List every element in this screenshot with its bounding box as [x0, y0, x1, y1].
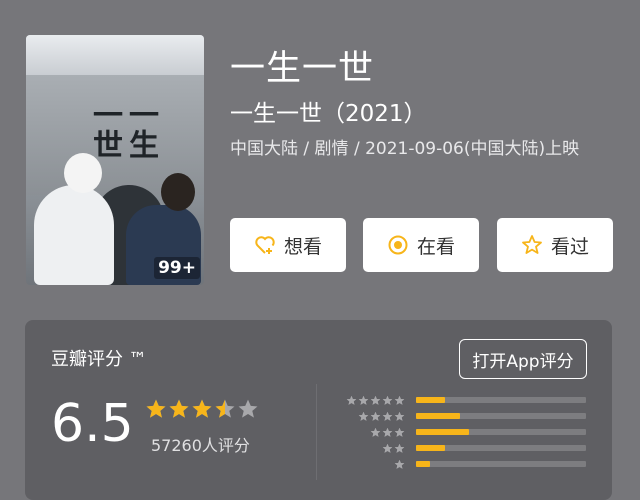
small-star-icon [358, 411, 369, 421]
distribution-bar-track [416, 429, 586, 435]
poster-badge: 99+ [154, 257, 200, 279]
small-star-icon [394, 459, 405, 469]
small-star-icon [346, 395, 357, 405]
poster-figure-boy-head [161, 173, 195, 211]
small-star-icon [394, 395, 405, 405]
small-star-icon [382, 443, 393, 453]
distribution-row-3 [343, 424, 593, 440]
watching-button[interactable]: 在看 [363, 218, 479, 272]
distribution-row-1 [343, 456, 593, 472]
small-star-icon [370, 427, 381, 437]
rating-star-icon [169, 399, 189, 418]
distribution-stars [346, 395, 405, 406]
rating-star-icon [238, 399, 258, 418]
small-star-icon [394, 411, 405, 421]
rating-star-icon [146, 399, 166, 418]
distribution-row-2 [343, 440, 593, 456]
circle-dot-icon [387, 234, 409, 256]
movie-meta: 中国大陆 / 剧情 / 2021-09-06(中国大陆)上映 [230, 139, 580, 159]
distribution-row-4 [343, 408, 593, 424]
rating-panel: 豆瓣评分 ™ 打开App评分 6.5 57260人评分 [25, 320, 612, 500]
want-to-watch-button[interactable]: 想看 [230, 218, 346, 272]
watched-label: 看过 [550, 235, 589, 258]
distribution-bar-track [416, 413, 586, 419]
distribution-row-5 [343, 392, 593, 408]
distribution-bar-fill [416, 413, 461, 419]
want-to-watch-label: 想看 [283, 235, 322, 258]
rating-distribution [343, 392, 593, 472]
movie-poster[interactable]: 一生一世 99+ [26, 35, 204, 285]
small-star-icon [382, 411, 393, 421]
distribution-bar-fill [416, 397, 445, 403]
small-star-icon [394, 427, 405, 437]
small-star-icon [394, 443, 405, 453]
heart-plus-icon [254, 234, 276, 256]
distribution-bar-fill [416, 429, 469, 435]
rating-label: 豆瓣评分 ™ [51, 349, 147, 370]
small-star-icon [382, 395, 393, 405]
distribution-stars [370, 427, 405, 438]
star-outline-icon [521, 234, 543, 256]
distribution-bar-track [416, 397, 586, 403]
movie-title: 一生一世 [230, 49, 375, 89]
watched-button[interactable]: 看过 [497, 218, 613, 272]
distribution-bar-fill [416, 445, 445, 451]
small-star-icon [382, 427, 393, 437]
distribution-stars [394, 459, 405, 470]
distribution-stars [382, 443, 405, 454]
small-star-icon [370, 395, 381, 405]
poster-snow-roof [26, 35, 204, 75]
rating-count: 57260人评分 [151, 436, 250, 455]
rating-score: 6.5 [51, 394, 134, 454]
rating-stars [145, 398, 259, 420]
watching-label: 在看 [416, 235, 455, 258]
distribution-stars [358, 411, 405, 422]
distribution-bar-track [416, 461, 586, 467]
poster-figure-girl [34, 185, 114, 285]
distribution-bar-track [416, 445, 586, 451]
poster-figure-girl-head [64, 153, 102, 193]
poster-calligraphy: 一生一世 [87, 99, 158, 159]
divider [316, 384, 317, 480]
distribution-bar-fill [416, 461, 430, 467]
small-star-icon [358, 395, 369, 405]
open-app-rate-button[interactable]: 打开App评分 [459, 339, 587, 379]
rating-star-icon [192, 399, 212, 418]
small-star-icon [370, 411, 381, 421]
movie-subtitle: 一生一世（2021） [230, 101, 427, 127]
rating-star-icon [215, 399, 235, 418]
